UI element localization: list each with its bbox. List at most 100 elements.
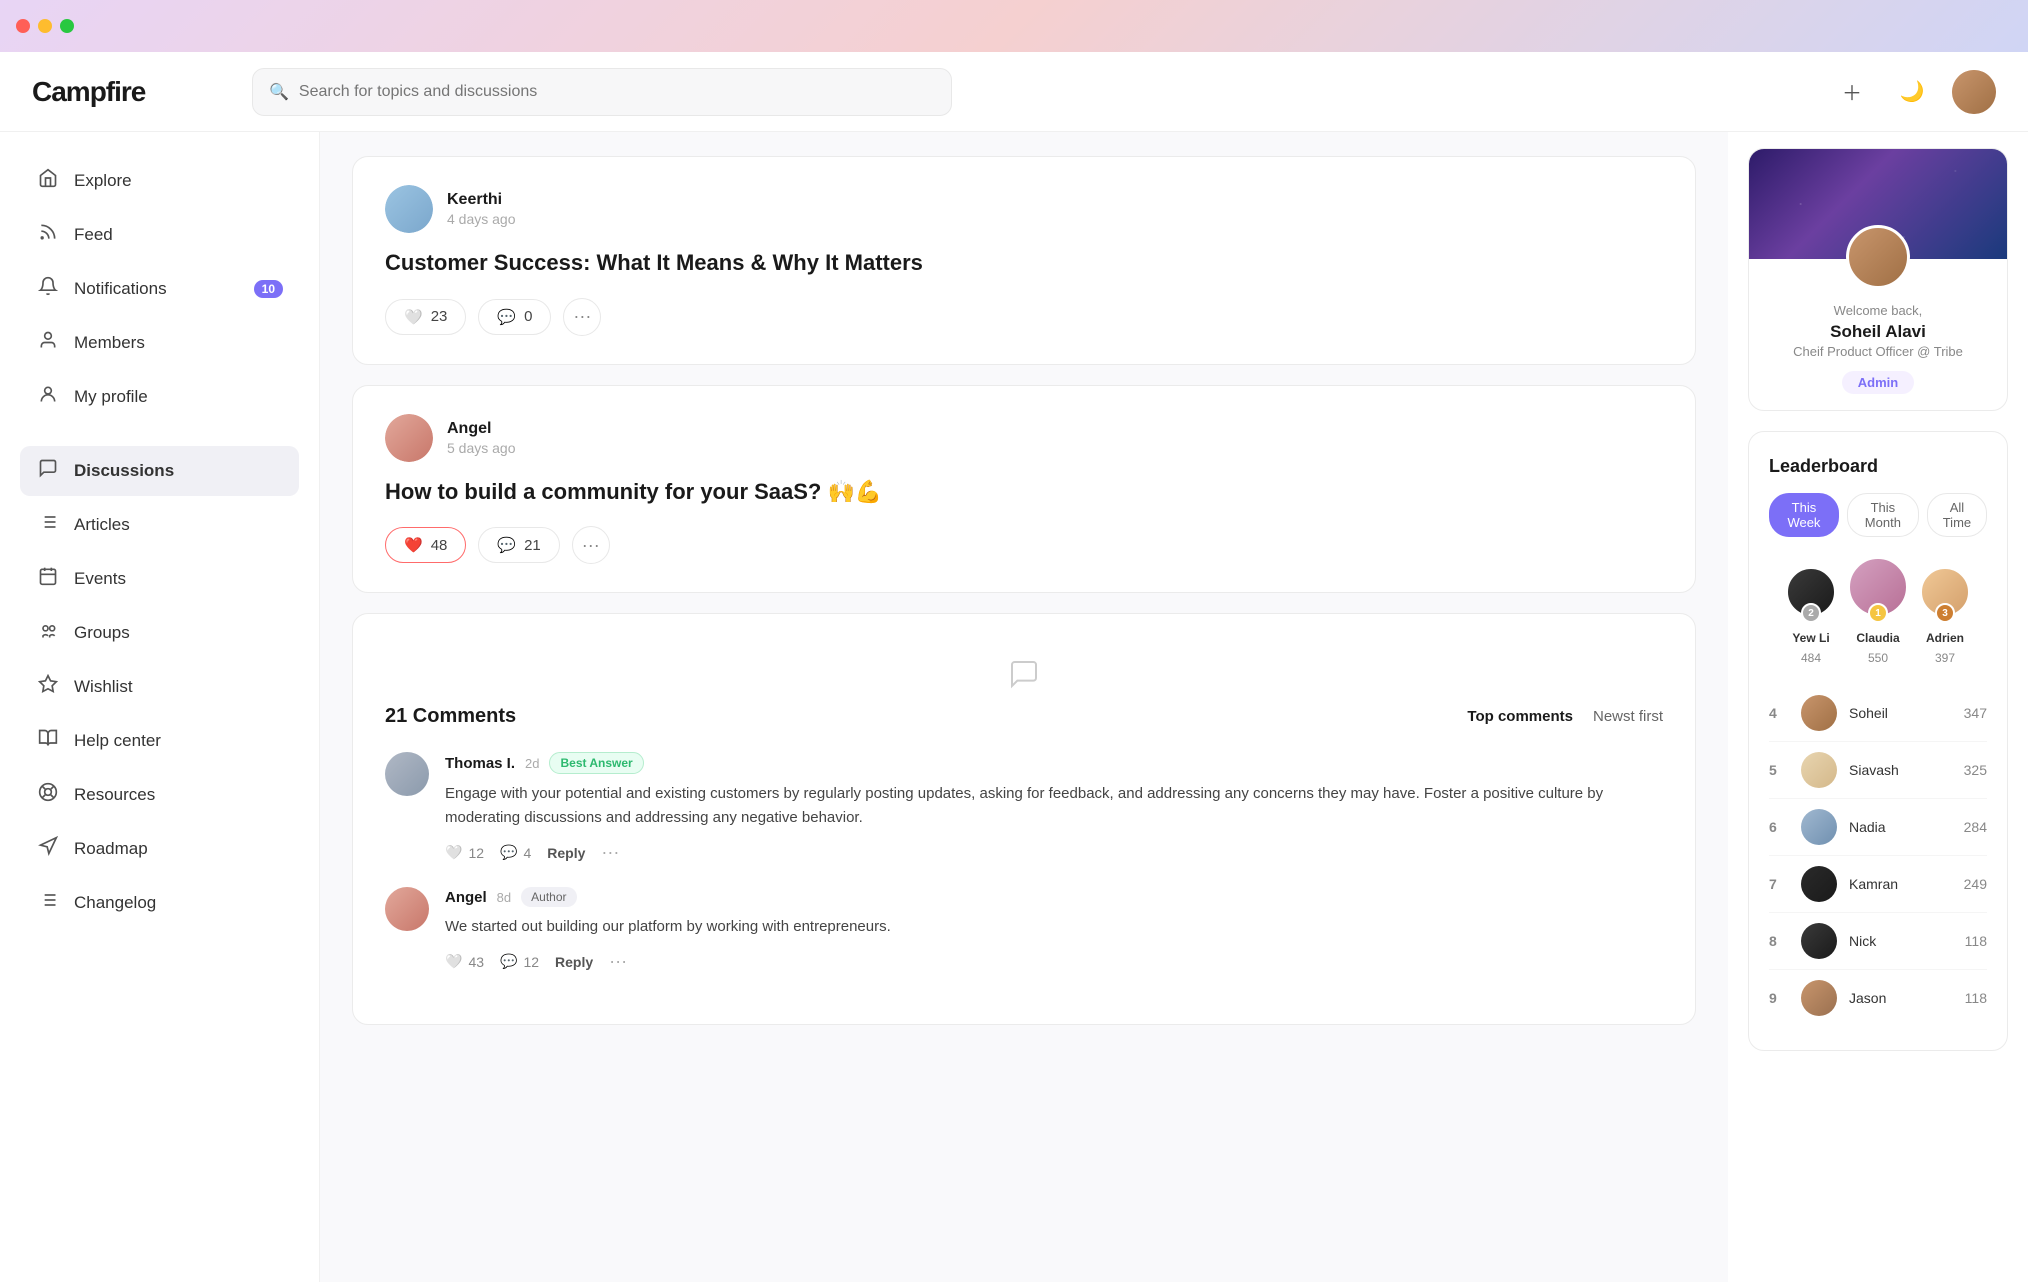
comment-avatar-2 (385, 887, 429, 931)
profile-avatar[interactable] (1846, 225, 1910, 289)
sidebar-label-events: Events (74, 569, 126, 589)
reply-button-1[interactable]: Reply (547, 845, 585, 861)
top3-score-adrien: 397 (1935, 651, 1955, 665)
lb-rank-5: 5 (1769, 762, 1789, 778)
top3-name-yewli: Yew Li (1792, 631, 1829, 645)
top3-name-claudia: Claudia (1856, 631, 1899, 645)
like-count-1: 23 (431, 308, 448, 325)
sidebar-item-groups[interactable]: Groups (20, 608, 299, 658)
sidebar: Explore Feed Notifications 10 Members (0, 132, 320, 1282)
post-author-avatar-1 (385, 185, 433, 233)
comment-like-count-2: 43 (468, 954, 484, 970)
search-bar[interactable]: 🔍 (252, 68, 952, 116)
comment-button-1[interactable]: 💬 0 (478, 299, 551, 335)
like-count-2: 48 (431, 537, 448, 554)
tab-all-time[interactable]: All Time (1927, 493, 1987, 537)
lb-name-soheil: Soheil (1849, 705, 1952, 721)
maximize-button[interactable] (60, 19, 74, 33)
comment-heart-icon-2: 🤍 (445, 953, 462, 970)
sort-newest-first[interactable]: Newst first (1593, 708, 1663, 725)
comment-author-1: Thomas I. (445, 755, 515, 772)
sort-top-comments[interactable]: Top comments (1467, 708, 1573, 725)
post-header-1: Keerthi 4 days ago (385, 185, 1663, 233)
comment-bubble-icon-1: 💬 (500, 844, 517, 861)
lb-score-nick: 118 (1965, 933, 1987, 949)
comment-actions-1: 🤍 12 💬 4 Reply ··· (445, 842, 1663, 863)
sidebar-item-notifications[interactable]: Notifications 10 (20, 264, 299, 314)
lb-avatar-nadia (1801, 809, 1837, 845)
sidebar-item-resources[interactable]: Resources (20, 770, 299, 820)
top3-rank3: 3 Adrien 397 (1920, 567, 1970, 665)
like-button-1[interactable]: 🤍 23 (385, 299, 466, 335)
sidebar-label-resources: Resources (74, 785, 155, 805)
comments-section: 21 Comments Top comments Newst first Tho… (352, 613, 1696, 1025)
events-icon (36, 566, 60, 592)
comment-replies-count-1: 4 (523, 845, 531, 861)
close-button[interactable] (16, 19, 30, 33)
sidebar-item-feed[interactable]: Feed (20, 210, 299, 260)
lb-score-jason: 118 (1965, 990, 1987, 1006)
top3-rank2: 2 Yew Li 484 (1786, 567, 1836, 665)
comment-more-button-1[interactable]: ··· (601, 842, 619, 863)
speech-bubble-icon (1008, 658, 1040, 697)
rank-badge-3: 3 (1935, 603, 1955, 623)
sidebar-item-changelog[interactable]: Changelog (20, 878, 299, 928)
post-title-2: How to build a community for your SaaS? … (385, 478, 1663, 507)
roadmap-icon (36, 836, 60, 862)
sidebar-item-discussions[interactable]: Discussions (20, 446, 299, 496)
post-actions-1: 🤍 23 💬 0 ··· (385, 298, 1663, 336)
minimize-button[interactable] (38, 19, 52, 33)
lb-avatar-nick (1801, 923, 1837, 959)
comment-time-1: 2d (525, 756, 539, 771)
search-input[interactable] (299, 83, 935, 101)
comment-count-2: 21 (524, 537, 541, 554)
tab-this-month[interactable]: This Month (1847, 493, 1919, 537)
comment-bubble-icon-2: 💬 (500, 953, 517, 970)
reply-button-2[interactable]: Reply (555, 954, 593, 970)
sidebar-item-members[interactable]: Members (20, 318, 299, 368)
sidebar-item-wishlist[interactable]: Wishlist (20, 662, 299, 712)
sidebar-item-explore[interactable]: Explore (20, 156, 299, 206)
search-icon: 🔍 (269, 82, 289, 102)
comments-title: 21 Comments (385, 705, 516, 728)
tab-this-week[interactable]: This Week (1769, 493, 1839, 537)
sidebar-label-wishlist: Wishlist (74, 677, 133, 697)
comment-button-2[interactable]: 💬 21 (478, 527, 559, 563)
post-header-2: Angel 5 days ago (385, 414, 1663, 462)
sidebar-label-notifications: Notifications (74, 279, 167, 299)
like-button-2[interactable]: ❤️ 48 (385, 527, 466, 563)
lb-row-6: 6 Nadia 284 (1769, 799, 1987, 856)
sidebar-item-events[interactable]: Events (20, 554, 299, 604)
comment-meta-1: Thomas I. 2d Best Answer (445, 752, 1663, 774)
app-title: Campfire (32, 76, 145, 107)
more-button-1[interactable]: ··· (563, 298, 601, 336)
rank-badge-1: 1 (1868, 603, 1888, 623)
sidebar-item-roadmap[interactable]: Roadmap (20, 824, 299, 874)
heart-outline-icon-1: 🤍 (404, 308, 423, 326)
comment-more-button-2[interactable]: ··· (609, 951, 627, 972)
sidebar-item-helpcenter[interactable]: Help center (20, 716, 299, 766)
comment-1: Thomas I. 2d Best Answer Engage with you… (385, 752, 1663, 863)
add-button[interactable]: ＋ (1832, 72, 1872, 112)
comment-like-button-2[interactable]: 🤍 43 (445, 953, 484, 970)
comment-content-1: Thomas I. 2d Best Answer Engage with you… (445, 752, 1663, 863)
comment-reply-count-2[interactable]: 💬 12 (500, 953, 539, 970)
user-avatar[interactable] (1952, 70, 1996, 114)
more-button-2[interactable]: ··· (572, 526, 610, 564)
sidebar-item-articles[interactable]: Articles (20, 500, 299, 550)
leaderboard-tabs: This Week This Month All Time (1769, 493, 1987, 537)
comment-like-button-1[interactable]: 🤍 12 (445, 844, 484, 861)
lb-score-nadia: 284 (1964, 819, 1987, 835)
lb-score-siavash: 325 (1964, 762, 1987, 778)
comment-reply-count-1[interactable]: 💬 4 (500, 844, 531, 861)
profile-card: Welcome back, Soheil Alavi Cheif Product… (1748, 148, 2008, 411)
sidebar-item-myprofile[interactable]: My profile (20, 372, 299, 422)
wishlist-icon (36, 674, 60, 700)
profile-banner (1749, 149, 2007, 259)
home-icon (36, 168, 60, 194)
post-author-name-1: Keerthi (447, 191, 516, 209)
top3-name-adrien: Adrien (1926, 631, 1964, 645)
resources-icon (36, 782, 60, 808)
dark-mode-button[interactable]: 🌙 (1892, 72, 1932, 112)
sidebar-label-changelog: Changelog (74, 893, 156, 913)
